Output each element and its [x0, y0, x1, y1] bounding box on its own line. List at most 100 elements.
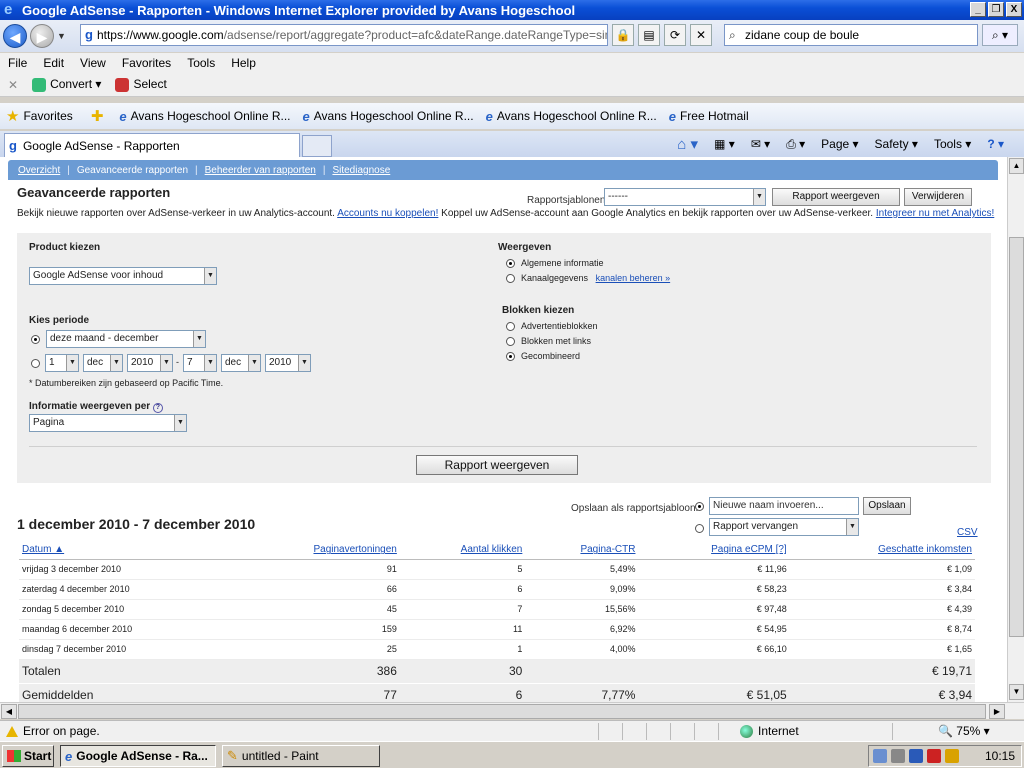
tab-adsense[interactable]: g Google AdSense - Rapporten: [4, 133, 300, 157]
to-day-select[interactable]: 7 ▼: [183, 354, 217, 372]
scroll-left-icon[interactable]: ◀: [1, 704, 17, 719]
address-bar[interactable]: g https://www.google.com/adsense/report/…: [80, 24, 608, 46]
to-year-select[interactable]: 2010 ▼: [265, 354, 311, 372]
volume-icon[interactable]: [891, 749, 905, 763]
radio-period-preset[interactable]: [31, 335, 40, 344]
radio-combined[interactable]: [506, 352, 515, 361]
start-button[interactable]: Start: [2, 745, 54, 767]
csv-export-link[interactable]: CSV: [957, 527, 978, 538]
scroll-up-icon[interactable]: ▲: [1009, 158, 1024, 174]
menu-view[interactable]: View: [80, 56, 106, 70]
menu-favorites[interactable]: Favorites: [122, 56, 171, 70]
close-button[interactable]: X: [1006, 2, 1022, 17]
horizontal-scroll-thumb[interactable]: [18, 704, 986, 719]
mail-icon[interactable]: ✉ ▾: [751, 137, 770, 151]
product-select[interactable]: Google AdSense voor inhoud ▼: [29, 267, 217, 285]
link-accounts-now[interactable]: Accounts nu koppelen!: [337, 208, 438, 219]
col-earnings[interactable]: Geschatte inkomsten: [789, 541, 975, 560]
templates-select[interactable]: ------ ▼: [604, 188, 766, 206]
close-toolbar-icon[interactable]: ✕: [8, 78, 18, 92]
stop-icon[interactable]: ✕: [690, 24, 712, 46]
link-integrate-analytics[interactable]: Integreer nu met Analytics!: [876, 208, 994, 219]
from-month-select[interactable]: dec ▼: [83, 354, 123, 372]
favorite-link-2[interactable]: e Avans Hogeschool Online R...: [303, 109, 474, 124]
col-ctr[interactable]: Pagina-CTR: [525, 541, 639, 560]
from-day-select[interactable]: 1 ▼: [45, 354, 79, 372]
page-menu[interactable]: Page ▾: [821, 137, 858, 151]
tray-app-icon[interactable]: [909, 749, 923, 763]
restore-button[interactable]: ❐: [988, 2, 1004, 17]
nav-beheerder[interactable]: Beheerder van rapporten: [205, 165, 316, 176]
radio-channel-data[interactable]: [506, 274, 515, 283]
tray-tool-icon[interactable]: [945, 749, 959, 763]
print-icon[interactable]: ⎙ ▾: [786, 137, 805, 152]
vertical-scrollbar[interactable]: ▲ ▼: [1007, 157, 1024, 702]
refresh-icon[interactable]: ⟳: [664, 24, 686, 46]
taskbar-item-ie[interactable]: e Google AdSense - Ra...: [60, 745, 216, 767]
ie-logo-icon: e: [4, 1, 13, 18]
blocks-label: Blokken kiezen: [502, 305, 575, 316]
radio-general-info[interactable]: [506, 259, 515, 268]
scroll-right-icon[interactable]: ▶: [989, 704, 1005, 719]
security-tray-icon[interactable]: [927, 749, 941, 763]
select-button[interactable]: Select: [115, 77, 167, 92]
history-dropdown-icon[interactable]: ▼: [57, 31, 66, 41]
network-icon[interactable]: [873, 749, 887, 763]
show-template-report-button[interactable]: Rapport weergeven: [772, 188, 900, 206]
nav-sitediagnose[interactable]: Sitediagnose: [332, 165, 390, 176]
menu-help[interactable]: Help: [231, 56, 256, 70]
compatibility-icon[interactable]: ▤: [638, 24, 660, 46]
save-button[interactable]: Opslaan: [863, 497, 911, 515]
minimize-button[interactable]: _: [970, 2, 986, 17]
safety-menu[interactable]: Safety ▾: [875, 137, 918, 151]
forward-button[interactable]: ▶: [30, 24, 54, 48]
radio-ad-blocks[interactable]: [506, 322, 515, 331]
col-clicks[interactable]: Aantal klikken: [399, 541, 526, 560]
zoom-level[interactable]: 🔍 75% ▾: [938, 724, 990, 738]
col-pageviews[interactable]: Paginavertoningen: [234, 541, 400, 560]
search-input[interactable]: ⌕ zidane coup de boule: [724, 24, 978, 46]
period-select[interactable]: deze maand - december ▼: [46, 330, 206, 348]
chevron-down-icon: ▼: [846, 519, 858, 535]
horizontal-scrollbar[interactable]: ◀ ▶: [0, 702, 1024, 719]
replace-select[interactable]: Rapport vervangen ▼: [709, 518, 859, 536]
delete-template-button[interactable]: Verwijderen: [904, 188, 972, 206]
menu-tools[interactable]: Tools: [187, 56, 215, 70]
nav-overzicht[interactable]: Overzicht: [18, 165, 60, 176]
convert-button[interactable]: Convert ▾: [32, 77, 101, 92]
manage-channels-link[interactable]: kanalen beheren »: [596, 273, 671, 283]
favorite-link-1[interactable]: e Avans Hogeschool Online R...: [119, 109, 290, 124]
col-datum[interactable]: Datum ▲: [19, 541, 235, 560]
home-icon[interactable]: ⌂ ▾: [677, 135, 698, 153]
radio-period-custom[interactable]: [31, 359, 40, 368]
feeds-icon[interactable]: ▦ ▾: [714, 137, 735, 151]
tools-menu[interactable]: Tools ▾: [934, 137, 971, 151]
back-button[interactable]: ◀: [3, 24, 27, 48]
new-tab-button[interactable]: [302, 135, 332, 157]
search-go-button[interactable]: ⌕ ▾: [982, 24, 1018, 46]
radio-replace[interactable]: [695, 524, 704, 533]
taskbar-item-paint[interactable]: ✎ untitled - Paint: [222, 745, 380, 767]
show-report-button[interactable]: Rapport weergeven: [416, 455, 578, 475]
favorite-link-4[interactable]: e Free Hotmail: [669, 109, 749, 124]
favorite-link-3[interactable]: e Avans Hogeschool Online R...: [486, 109, 657, 124]
from-year-select[interactable]: 2010 ▼: [127, 354, 173, 372]
scroll-down-icon[interactable]: ▼: [1009, 684, 1024, 700]
col-ecpm[interactable]: Pagina eCPM [?]: [638, 541, 790, 560]
lock-icon[interactable]: 🔒: [612, 24, 634, 46]
favorites-button[interactable]: Favorites: [23, 109, 72, 123]
menu-file[interactable]: File: [8, 56, 27, 70]
add-favorite-icon[interactable]: ✚: [91, 107, 104, 125]
menu-edit[interactable]: Edit: [43, 56, 64, 70]
search-value: zidane coup de boule: [745, 28, 860, 42]
radio-save-new[interactable]: [695, 502, 704, 511]
vertical-scroll-thumb[interactable]: [1009, 237, 1024, 637]
analytics-intro: Bekijk nieuwe rapporten over AdSense-ver…: [17, 208, 995, 219]
perunit-select[interactable]: Pagina ▼: [29, 414, 187, 432]
template-name-input[interactable]: Nieuwe naam invoeren...: [709, 497, 859, 515]
help-icon[interactable]: ?: [152, 403, 163, 413]
radio-link-blocks[interactable]: [506, 337, 515, 346]
to-month-select[interactable]: dec ▼: [221, 354, 261, 372]
help-icon[interactable]: ? ▾: [987, 137, 1004, 151]
error-status[interactable]: Error on page.: [6, 724, 100, 738]
